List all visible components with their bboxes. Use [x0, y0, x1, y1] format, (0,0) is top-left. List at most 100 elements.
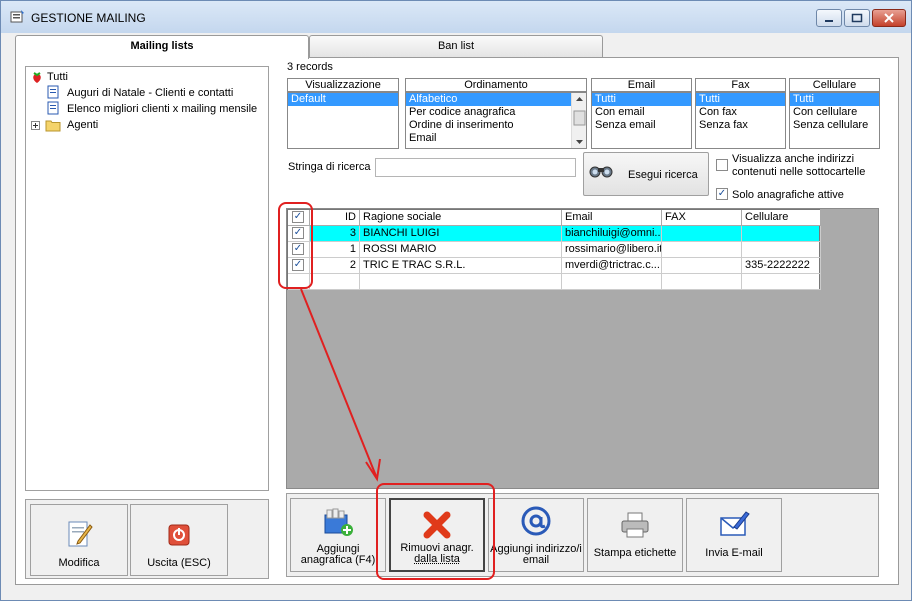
app-icon — [10, 10, 24, 23]
power-icon — [168, 524, 190, 546]
folder-icon — [45, 120, 61, 132]
header-ragione[interactable]: Ragione sociale — [360, 210, 562, 226]
cell-fax — [662, 226, 742, 242]
search-label: Stringa di ricerca — [288, 161, 371, 173]
main-window: GESTIONE MAILING Mailing lists Ban list … — [0, 0, 912, 601]
add-email-button[interactable]: Aggiungi indirizzo/i email — [488, 498, 584, 572]
ordinamento-header: Ordinamento — [405, 78, 587, 92]
cell-ragione: BIANCHI LUIGI — [360, 226, 562, 242]
subfolders-label-1: Visualizza anche indirizzi — [732, 153, 855, 165]
list-item[interactable]: Tutti — [790, 93, 879, 106]
list-item[interactable]: Alfabetico — [406, 93, 571, 106]
active-only-checkbox[interactable]: ✓ — [716, 188, 728, 200]
maximize-icon — [851, 13, 863, 23]
print-label: Stampa etichette — [593, 547, 677, 559]
cell-cellulare — [742, 226, 821, 242]
list-doc-icon — [47, 101, 59, 115]
annotation-button-highlight — [376, 483, 495, 580]
add-contacts-icon — [324, 508, 353, 536]
list-item[interactable]: Email — [406, 132, 586, 145]
subfolders-checkbox[interactable] — [716, 159, 728, 171]
list-item[interactable]: Tutti — [696, 93, 785, 106]
tab-mailing-lists[interactable]: Mailing lists — [15, 35, 309, 59]
active-only-label: Solo anagrafiche attive — [732, 189, 844, 201]
fax-list[interactable]: Tutti Con fax Senza fax — [695, 92, 786, 149]
list-item[interactable]: Per codice anagrafica — [406, 106, 586, 119]
minimize-button[interactable] — [816, 9, 842, 27]
email-list[interactable]: Tutti Con email Senza email — [591, 92, 692, 149]
mailing-list-tree[interactable]: Tutti Auguri di Natale - Clienti e conta… — [25, 66, 269, 491]
search-button[interactable]: Esegui ricerca — [583, 152, 709, 196]
tab-ban-list[interactable]: Ban list — [309, 35, 603, 57]
header-cellulare[interactable]: Cellulare — [742, 210, 821, 226]
list-item[interactable]: Ordine di inserimento — [406, 119, 586, 132]
list-doc-icon — [47, 85, 59, 99]
scroll-arrows-icon — [573, 97, 586, 144]
fax-header: Fax — [695, 78, 786, 92]
cell-fax — [662, 242, 742, 258]
scrollbar[interactable] — [571, 93, 586, 148]
cell-id: 3 — [310, 226, 360, 242]
table-row[interactable]: ✓ 1 ROSSI MARIO rossimario@libero.it — [288, 242, 821, 258]
ordinamento-list[interactable]: Alfabetico Per codice anagrafica Ordine … — [405, 92, 587, 149]
visualizzazione-header: Visualizzazione — [287, 78, 399, 92]
list-item[interactable]: Default — [288, 93, 398, 106]
list-item[interactable]: Con fax — [696, 106, 785, 119]
search-input[interactable] — [375, 158, 576, 177]
visualizzazione-list[interactable]: Default — [287, 92, 399, 149]
list-item[interactable]: Con cellulare — [790, 106, 879, 119]
title-bar: GESTIONE MAILING — [1, 1, 911, 33]
header-fax[interactable]: FAX — [662, 210, 742, 226]
minimize-icon — [825, 20, 833, 22]
binoculars-icon — [589, 166, 613, 178]
cell-id: 2 — [310, 258, 360, 274]
add-label-2: anagrafica (F4) — [300, 554, 376, 566]
uscita-label: Uscita (ESC) — [147, 557, 211, 569]
modifica-label: Modifica — [58, 557, 100, 569]
annotation-checkbox-highlight — [278, 202, 313, 289]
add-anagrafica-button[interactable]: Aggiungi anagrafica (F4) — [290, 498, 386, 572]
send-email-button[interactable]: Invia E-mail — [686, 498, 782, 572]
records-count: 3 records — [287, 61, 333, 73]
at-sign-icon — [521, 506, 551, 536]
strawberry-icon — [33, 72, 41, 83]
table-row[interactable]: ✓ 2 TRIC E TRAC S.R.L. mverdi@trictrac.c… — [288, 258, 821, 274]
tree-item-auguri[interactable]: Auguri di Natale - Clienti e contatti — [67, 87, 233, 99]
send-label: Invia E-mail — [705, 547, 763, 559]
cell-id: 1 — [310, 242, 360, 258]
close-icon — [884, 13, 894, 23]
header-email[interactable]: Email — [562, 210, 662, 226]
uscita-button[interactable]: Uscita (ESC) — [130, 504, 228, 576]
print-labels-button[interactable]: Stampa etichette — [587, 498, 683, 572]
expand-plus-icon[interactable] — [31, 121, 40, 130]
cellulare-list[interactable]: Tutti Con cellulare Senza cellulare — [789, 92, 880, 149]
cell-fax — [662, 258, 742, 274]
header-id[interactable]: ID — [310, 210, 360, 226]
list-item[interactable]: Con email — [592, 106, 691, 119]
list-item[interactable]: Senza cellulare — [790, 119, 879, 132]
maximize-button[interactable] — [844, 9, 870, 27]
tree-item-elenco[interactable]: Elenco migliori clienti x mailing mensil… — [67, 103, 257, 115]
printer-icon — [621, 512, 649, 538]
cellulare-header: Cellulare — [789, 78, 880, 92]
cell-cellulare — [742, 242, 821, 258]
tree-item-tutti[interactable]: Tutti — [47, 71, 68, 83]
edit-document-icon — [68, 521, 93, 547]
action-button-panel: Aggiungi anagrafica (F4) Rimuovi anagr. … — [286, 493, 879, 577]
window-title: GESTIONE MAILING — [31, 11, 146, 25]
subfolders-label-2: contenuti nelle sottocartelle — [732, 166, 866, 178]
modifica-button[interactable]: Modifica — [30, 504, 128, 576]
list-item[interactable]: Senza fax — [696, 119, 785, 132]
cell-email: mverdi@trictrac.c... — [562, 258, 662, 274]
cell-ragione: TRIC E TRAC S.R.L. — [360, 258, 562, 274]
records-grid[interactable]: ✓ ID Ragione sociale Email FAX Cellulare… — [287, 209, 821, 290]
cell-email: bianchiluigi@omni... — [562, 226, 662, 242]
tree-item-agenti[interactable]: Agenti — [67, 119, 98, 131]
list-item[interactable]: Tutti — [592, 93, 691, 106]
search-button-label: Esegui ricerca — [628, 169, 698, 181]
envelope-pen-icon — [720, 511, 750, 536]
annotation-arrow — [300, 288, 381, 482]
list-item[interactable]: Senza email — [592, 119, 691, 132]
close-button[interactable] — [872, 9, 906, 27]
table-row[interactable]: ✓ 3 BIANCHI LUIGI bianchiluigi@omni... — [288, 226, 821, 242]
